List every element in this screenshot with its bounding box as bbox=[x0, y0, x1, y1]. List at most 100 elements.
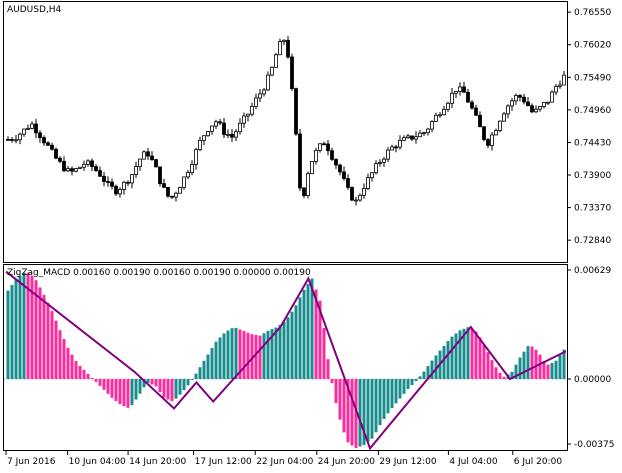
candle-body bbox=[378, 161, 382, 164]
histogram-bar bbox=[210, 348, 214, 380]
histogram-bar bbox=[42, 294, 46, 380]
histogram-bar bbox=[378, 379, 382, 426]
candle-body bbox=[214, 121, 218, 127]
candle-body bbox=[22, 128, 26, 135]
histogram-bar bbox=[230, 328, 234, 380]
histogram-bar bbox=[370, 379, 374, 439]
histogram-bar bbox=[498, 372, 502, 380]
candle-body bbox=[526, 101, 530, 107]
histogram-bar bbox=[214, 341, 218, 380]
histogram-bar bbox=[490, 360, 494, 380]
candle-body bbox=[142, 151, 146, 160]
histogram-bar bbox=[278, 324, 282, 380]
time-tick-label: 17 Jun 12:00 bbox=[195, 457, 252, 467]
histogram-bar bbox=[502, 376, 506, 380]
candle-body bbox=[442, 108, 446, 116]
histogram-bar bbox=[110, 379, 114, 398]
histogram-bar bbox=[546, 364, 550, 380]
candle-body bbox=[466, 91, 470, 103]
histogram-bar bbox=[222, 333, 226, 380]
histogram-bar bbox=[414, 379, 418, 382]
histogram-bar bbox=[466, 327, 470, 380]
candle-body bbox=[186, 172, 190, 178]
candle-body bbox=[342, 171, 346, 179]
candle-body bbox=[206, 130, 210, 137]
histogram-bar bbox=[486, 352, 490, 380]
candle-body bbox=[162, 183, 166, 188]
histogram-bar bbox=[334, 379, 338, 404]
histogram-bar bbox=[342, 379, 346, 433]
candle-body bbox=[326, 143, 330, 152]
candle-body bbox=[422, 132, 426, 135]
candle-body bbox=[482, 126, 486, 140]
histogram-bar bbox=[286, 317, 290, 380]
histogram-bar bbox=[66, 347, 70, 380]
histogram-bar bbox=[62, 338, 66, 380]
candle-body bbox=[394, 146, 398, 149]
histogram-bar bbox=[478, 337, 482, 380]
candle-body bbox=[18, 133, 22, 141]
histogram-bar bbox=[266, 330, 270, 380]
candle-body bbox=[238, 122, 242, 133]
histogram-bar bbox=[94, 379, 98, 382]
histogram-bar bbox=[242, 331, 246, 380]
candle-body bbox=[406, 135, 410, 139]
histogram-bar bbox=[46, 302, 50, 380]
histogram-bar bbox=[190, 379, 194, 381]
histogram-bar bbox=[50, 311, 54, 380]
histogram-bar bbox=[246, 332, 250, 380]
histogram-bar bbox=[202, 360, 206, 380]
histogram-bar bbox=[218, 337, 222, 380]
candle-body bbox=[230, 134, 234, 138]
candle-body bbox=[138, 158, 142, 167]
histogram-bar bbox=[162, 379, 166, 398]
histogram-bar bbox=[410, 379, 414, 386]
candle-body bbox=[110, 181, 114, 187]
time-tick-label: 14 Jun 20:00 bbox=[129, 457, 186, 467]
candle-body bbox=[358, 194, 362, 201]
histogram-bar bbox=[558, 355, 562, 380]
histogram-bar bbox=[130, 379, 134, 406]
candle-body bbox=[502, 113, 506, 122]
histogram-bar bbox=[538, 354, 542, 380]
histogram-bar bbox=[306, 284, 310, 380]
candle-body bbox=[290, 56, 294, 90]
histogram-bar bbox=[194, 373, 198, 380]
time-tick-label: 4 Jul 04:00 bbox=[449, 457, 498, 467]
time-axis: 7 Jun 2016 10 Jun 04:00 14 Jun 20:00 17 Jun… bbox=[5, 451, 562, 467]
candle-body bbox=[282, 39, 286, 42]
time-tick-label: 10 Jun 04:00 bbox=[69, 457, 126, 467]
candle-body bbox=[194, 149, 198, 165]
candle-body bbox=[402, 137, 406, 141]
histogram-bar bbox=[522, 351, 526, 380]
candle-body bbox=[386, 149, 390, 160]
price-tick-label: 0.76020 bbox=[574, 41, 611, 51]
histogram-bar bbox=[494, 367, 498, 380]
candle-body bbox=[98, 170, 102, 177]
candle-body bbox=[70, 168, 74, 172]
candle-body bbox=[522, 96, 526, 103]
candle-body bbox=[286, 39, 290, 58]
histogram-bar bbox=[74, 361, 78, 380]
candle-body bbox=[178, 187, 182, 194]
candle-body bbox=[54, 148, 58, 159]
histogram-bar bbox=[262, 333, 266, 380]
histogram-bar bbox=[398, 379, 402, 399]
candle-body bbox=[126, 181, 130, 184]
histogram-bar bbox=[102, 379, 106, 390]
histogram-bar bbox=[474, 331, 478, 380]
candle-body bbox=[34, 123, 38, 134]
histogram-bar bbox=[234, 327, 238, 380]
candle-body bbox=[46, 142, 50, 146]
histogram-bar bbox=[358, 379, 362, 447]
candle-body bbox=[270, 66, 274, 76]
histogram-bar bbox=[70, 354, 74, 380]
histogram-bar bbox=[86, 373, 90, 380]
histogram-bar bbox=[138, 379, 142, 394]
histogram-bar bbox=[530, 346, 534, 380]
histogram-bar bbox=[6, 290, 10, 380]
candle-body bbox=[154, 159, 158, 168]
candle-body bbox=[86, 160, 90, 165]
candle-body bbox=[58, 157, 62, 162]
histogram-bar bbox=[54, 320, 58, 380]
